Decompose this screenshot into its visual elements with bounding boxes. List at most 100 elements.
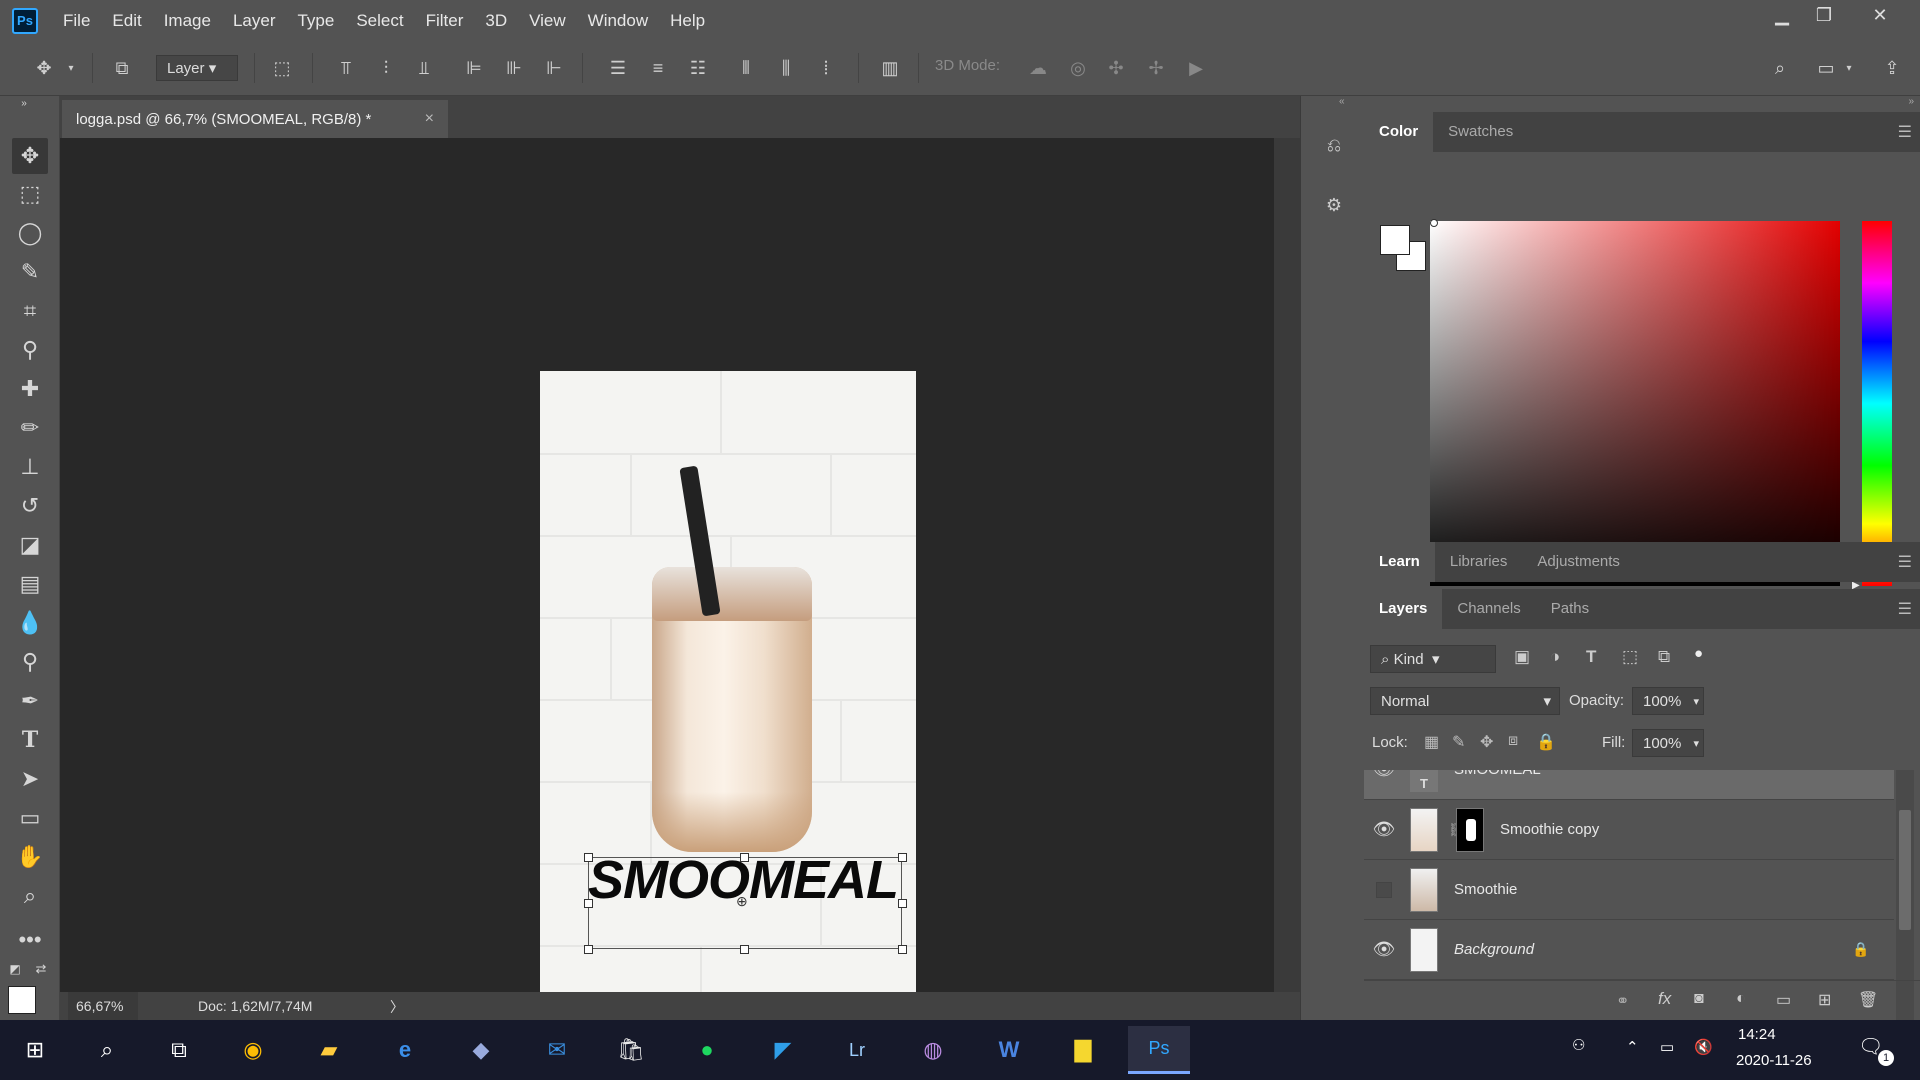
transform-handle[interactable] <box>740 853 749 862</box>
document-canvas[interactable]: SMOOMEAL ⊕ <box>540 371 916 1039</box>
color-picker-marker[interactable] <box>1430 219 1438 227</box>
distribute-bottom-icon[interactable]: ☷ <box>684 54 712 82</box>
menu-window[interactable]: Window <box>577 0 659 41</box>
restore-icon[interactable]: ❐ <box>1804 0 1844 30</box>
align-left-icon[interactable]: ⊫ <box>460 54 488 82</box>
transform-handle[interactable] <box>740 945 749 954</box>
align-hcenter-icon[interactable]: ⊪ <box>500 54 528 82</box>
close-window-icon[interactable]: ✕ <box>1860 0 1900 30</box>
menu-type[interactable]: Type <box>286 0 345 41</box>
clock-date[interactable]: 2020-11-26 <box>1736 1052 1812 1069</box>
tab-swatches[interactable]: Swatches <box>1433 112 1528 152</box>
file-explorer-icon[interactable]: ▰ <box>298 1026 360 1074</box>
lightroom-icon[interactable]: Lr <box>826 1026 888 1074</box>
hue-slider[interactable] <box>1862 221 1892 586</box>
github-desktop-icon[interactable]: ◍ <box>902 1026 964 1074</box>
vscode-icon[interactable]: ◤ <box>752 1026 814 1074</box>
close-tab-icon[interactable]: × <box>425 110 434 128</box>
history-panel-icon[interactable]: ⎌ <box>1319 130 1349 160</box>
rectangle-tool-icon[interactable]: ▭ <box>12 800 48 836</box>
tray-chevron-icon[interactable]: ⌃ <box>1626 1038 1639 1056</box>
3d-camera-icon[interactable]: ▶ <box>1182 54 1210 82</box>
menu-file[interactable]: File <box>52 0 101 41</box>
volume-muted-icon[interactable]: 🔇 <box>1694 1038 1713 1056</box>
align-right-icon[interactable]: ⊩ <box>540 54 568 82</box>
clock-time[interactable]: 14:24 <box>1738 1026 1776 1043</box>
windows-start-icon[interactable]: ⊞ <box>4 1026 66 1074</box>
new-layer-icon[interactable]: ⊞ <box>1818 990 1831 1010</box>
zoom-field[interactable]: 66,67% <box>68 992 138 1020</box>
visibility-toggle-empty[interactable] <box>1364 860 1404 920</box>
spotify-icon[interactable]: ● <box>676 1026 738 1074</box>
task-view-icon[interactable]: ⧉ <box>148 1026 210 1074</box>
panel-menu-icon[interactable]: ☰ <box>1898 552 1912 572</box>
distribute-top-icon[interactable]: ☰ <box>604 54 632 82</box>
layer-name[interactable]: Smoothie copy <box>1500 821 1599 838</box>
type-tool-icon[interactable]: T <box>12 722 48 758</box>
path-select-tool-icon[interactable]: ➤ <box>12 761 48 797</box>
properties-panel-icon[interactable]: ⚙ <box>1319 190 1349 220</box>
tab-channels[interactable]: Channels <box>1442 589 1535 629</box>
foreground-color-swatch[interactable] <box>8 986 36 1014</box>
history-brush-tool-icon[interactable]: ↺ <box>12 488 48 524</box>
collapse-panels-icon[interactable]: » <box>1908 96 1914 107</box>
search-icon[interactable]: ⌕ <box>76 1026 138 1074</box>
color-picker-field[interactable] <box>1430 221 1840 586</box>
scrollbar-thumb[interactable] <box>1899 810 1911 930</box>
foreground-swatch[interactable] <box>1380 225 1410 255</box>
layer-row-smoothie-copy[interactable]: 👁 ⛓ Smoothie copy <box>1364 800 1894 860</box>
auto-select-dropdown[interactable]: Layer ▾ <box>156 55 238 81</box>
tab-libraries[interactable]: Libraries <box>1435 542 1523 582</box>
lock-position-icon[interactable]: ✥ <box>1480 732 1493 752</box>
fx-icon[interactable]: fx <box>1658 989 1671 1009</box>
quick-select-tool-icon[interactable]: ✎ <box>12 254 48 290</box>
delete-layer-icon[interactable]: 🗑 <box>1858 990 1878 1010</box>
eraser-tool-icon[interactable]: ◪ <box>12 527 48 563</box>
new-group-icon[interactable]: ▭ <box>1776 990 1791 1010</box>
3d-slide-icon[interactable]: ✢ <box>1142 54 1170 82</box>
document-tab[interactable]: logga.psd @ 66,7% (SMOOMEAL, RGB/8) * × <box>62 100 448 138</box>
adjustment-layer-icon[interactable]: ◐ <box>1736 990 1746 1008</box>
menu-view[interactable]: View <box>518 0 577 41</box>
move-tool-icon[interactable]: ✥ <box>12 138 48 174</box>
filter-shape-icon[interactable]: ⬚ <box>1622 647 1638 667</box>
3d-orbit-icon[interactable]: ☁ <box>1024 54 1052 82</box>
move-tool-icon[interactable]: ✥ <box>30 54 58 82</box>
menu-select[interactable]: Select <box>345 0 414 41</box>
menu-3d[interactable]: 3D <box>474 0 518 41</box>
mail-icon[interactable]: ✉ <box>526 1026 588 1074</box>
filter-adjustment-icon[interactable]: ◑ <box>1550 647 1560 667</box>
transform-controls-icon[interactable]: ⬚ <box>268 54 296 82</box>
transform-handle[interactable] <box>898 899 907 908</box>
transform-handle[interactable] <box>898 945 907 954</box>
dodge-tool-icon[interactable]: ⚲ <box>12 644 48 680</box>
lock-all-icon[interactable]: 🔒 <box>1536 732 1556 752</box>
auto-select-icon[interactable]: ⧉ <box>108 54 136 82</box>
filter-smart-object-icon[interactable]: ⧉ <box>1658 647 1670 667</box>
distribute-vcenter-icon[interactable]: ≡ <box>644 54 672 82</box>
visibility-eye-icon[interactable]: 👁 <box>1364 770 1404 800</box>
layer-row-background[interactable]: 👁 Background 🔒 <box>1364 920 1894 980</box>
distribute-hcenter-icon[interactable]: ⫼ <box>772 54 800 82</box>
workspace-icon[interactable]: ▭ <box>1812 54 1840 82</box>
store-icon[interactable]: 🛍 <box>600 1026 662 1074</box>
3d-roll-icon[interactable]: ◎ <box>1064 54 1092 82</box>
stamp-tool-icon[interactable]: ⊥ <box>12 449 48 485</box>
edge-icon[interactable]: e <box>374 1026 436 1074</box>
transform-handle[interactable] <box>584 899 593 908</box>
chrome-icon[interactable]: ◉ <box>222 1026 284 1074</box>
layer-name[interactable]: Smoothie <box>1454 881 1517 898</box>
share-icon[interactable]: ⇪ <box>1878 54 1906 82</box>
collapse-dock-icon[interactable]: « <box>1339 96 1345 107</box>
menu-image[interactable]: Image <box>153 0 222 41</box>
layer-row-smoomeal[interactable]: 👁 T SMOOMEAL <box>1364 770 1894 800</box>
healing-brush-tool-icon[interactable]: ✚ <box>12 371 48 407</box>
word-icon[interactable]: W <box>978 1026 1040 1074</box>
reference-point-icon[interactable]: ⊕ <box>736 893 748 910</box>
canvas-scrollbar[interactable] <box>1274 138 1300 992</box>
layer-row-smoothie[interactable]: Smoothie <box>1364 860 1894 920</box>
gradient-tool-icon[interactable]: ▤ <box>12 566 48 602</box>
menu-edit[interactable]: Edit <box>101 0 152 41</box>
search-icon[interactable]: ⌕ <box>1766 54 1794 82</box>
tab-paths[interactable]: Paths <box>1536 589 1604 629</box>
